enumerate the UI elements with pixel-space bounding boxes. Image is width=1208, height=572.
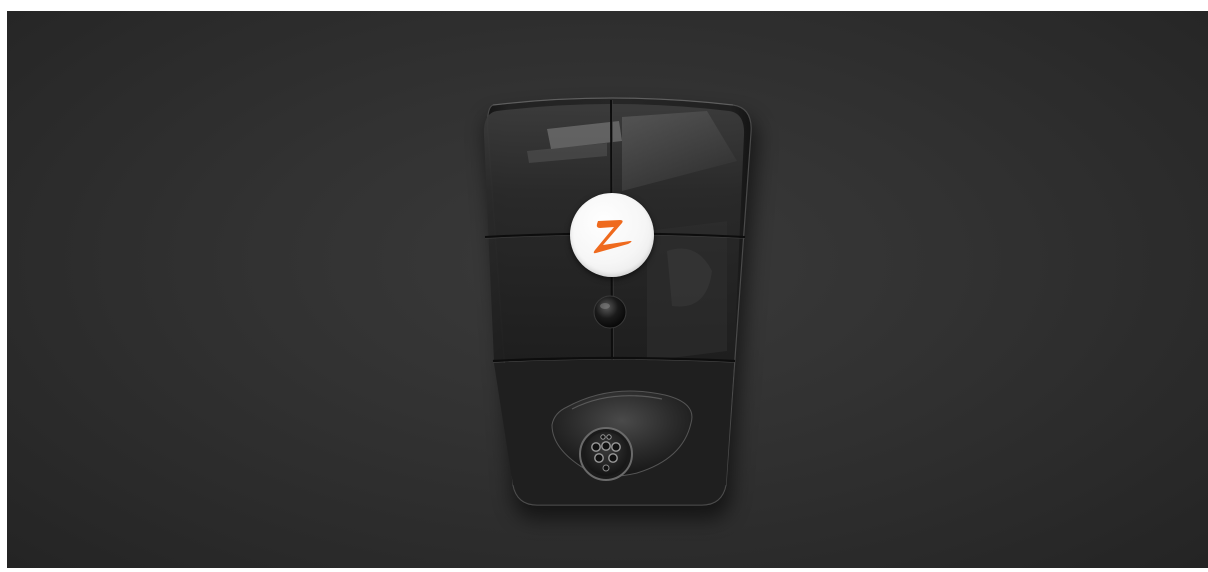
product-photo bbox=[7, 11, 1208, 568]
z-brand-logo-icon bbox=[593, 220, 632, 254]
ev-charger-illustration bbox=[483, 97, 758, 519]
type2-socket bbox=[579, 427, 633, 481]
status-sensor bbox=[593, 295, 627, 329]
brand-logo bbox=[570, 193, 654, 277]
logo-badge bbox=[570, 193, 654, 277]
